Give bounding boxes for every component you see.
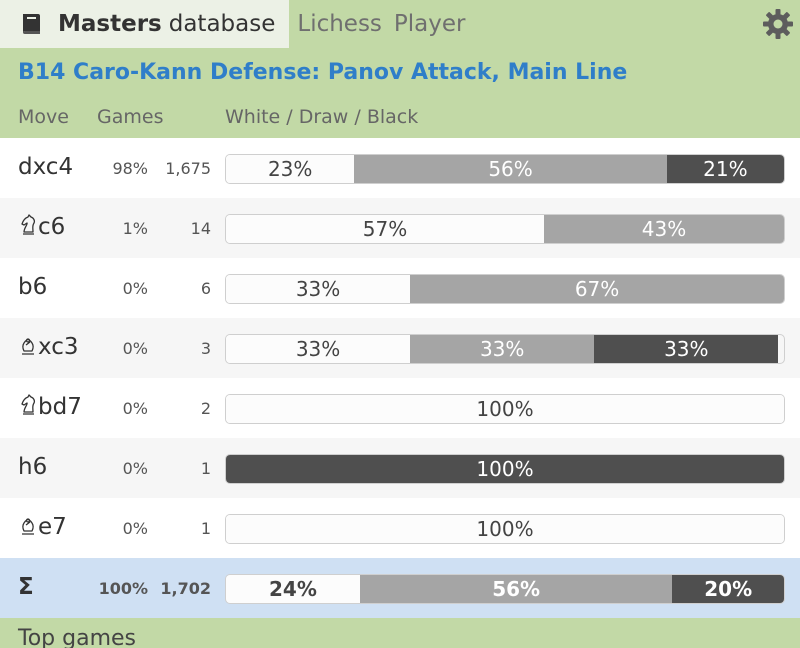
games-count: 14 (190, 219, 211, 238)
move-san: b6 (18, 274, 47, 300)
sigma-symbol: Σ (18, 574, 34, 600)
move-san: e7 (18, 514, 67, 540)
knight-icon (21, 394, 36, 415)
top-games-heading: Top games (0, 618, 800, 648)
games-count: 2 (200, 399, 211, 418)
move-percentage: 0% (122, 279, 148, 298)
draw-segment: 56% (359, 575, 673, 603)
opening-name[interactable]: B14 Caro-Kann Defense: Panov Attack, Mai… (0, 48, 800, 96)
total-percentage: 100% (98, 579, 148, 598)
header-result: White / Draw / Black (225, 106, 419, 128)
move-label: c6 (38, 214, 66, 240)
white-segment: 33% (226, 275, 411, 303)
knight-icon (21, 214, 36, 235)
white-segment: 100% (226, 395, 784, 423)
explorer-tabs: Masters database Lichess Player (0, 0, 800, 48)
white-segment: 23% (226, 155, 355, 183)
move-row[interactable]: b6 0% 6 33% 67% (0, 258, 800, 318)
white-segment: 33% (226, 335, 411, 363)
move-label: h6 (18, 454, 48, 480)
move-san: xc3 (18, 334, 79, 360)
draw-segment: 43% (544, 215, 784, 243)
gear-icon[interactable] (762, 8, 794, 40)
bishop-icon (22, 518, 34, 535)
games-count: 1,675 (165, 159, 211, 178)
draw-segment: 56% (354, 155, 667, 183)
move-row[interactable]: c6 1% 14 57% 43% (0, 198, 800, 258)
games-count: 1 (200, 459, 211, 478)
tab-masters-bold: Masters (58, 11, 162, 37)
header-move: Move (18, 106, 69, 128)
white-segment: 57% (226, 215, 545, 243)
games-count: 6 (200, 279, 211, 298)
white-segment: 100% (226, 515, 784, 543)
move-row[interactable]: dxc4 98% 1,675 23% 56% 21% (0, 138, 800, 198)
header-games: Games (97, 106, 164, 128)
black-segment: 20% (672, 575, 784, 603)
move-percentage: 98% (112, 159, 148, 178)
move-percentage: 0% (122, 459, 148, 478)
tab-player[interactable]: Player (388, 0, 472, 48)
move-label: dxc4 (18, 154, 74, 180)
result-bar: 100% (225, 454, 785, 484)
draw-segment: 33% (410, 335, 595, 363)
white-segment: 24% (226, 575, 360, 603)
black-segment: 33% (594, 335, 779, 363)
move-label: b6 (18, 274, 48, 300)
black-segment: 100% (226, 455, 784, 483)
moves-table: dxc4 98% 1,675 23% 56% 21% c6 1% 14 57% 43% b6 0% 6 33… (0, 138, 800, 618)
table-header: Move Games White / Draw / Black (0, 96, 800, 138)
move-san: h6 (18, 454, 47, 480)
games-count: 1 (200, 519, 211, 538)
result-bar: 100% (225, 514, 785, 544)
draw-segment: 67% (410, 275, 784, 303)
move-san: dxc4 (18, 154, 73, 180)
result-bar: 24% 56% 20% (225, 574, 785, 604)
move-san: bd7 (18, 394, 82, 420)
explorer-panel: Masters database Lichess Player B14 Caro… (0, 0, 800, 648)
black-segment: 21% (666, 155, 784, 183)
bishop-icon (22, 338, 34, 355)
tab-lichess[interactable]: Lichess (289, 0, 388, 48)
result-bar: 100% (225, 394, 785, 424)
move-percentage: 0% (122, 399, 148, 418)
book-icon (23, 14, 40, 35)
sum-row: Σ 100% 1,702 24% 56% 20% (0, 558, 800, 618)
total-games: 1,702 (160, 579, 211, 598)
move-row[interactable]: e7 0% 1 100% (0, 498, 800, 558)
move-percentage: 0% (122, 339, 148, 358)
games-count: 3 (200, 339, 211, 358)
result-bar: 57% 43% (225, 214, 785, 244)
move-san: c6 (18, 214, 65, 240)
move-row[interactable]: h6 0% 1 100% (0, 438, 800, 498)
move-percentage: 1% (122, 219, 148, 238)
result-bar: 33% 33% 33% (225, 334, 785, 364)
result-bar: 33% 67% (225, 274, 785, 304)
result-bar: 23% 56% 21% (225, 154, 785, 184)
move-percentage: 0% (122, 519, 148, 538)
tab-masters-rest: database (168, 11, 276, 37)
move-row[interactable]: bd7 0% 2 100% (0, 378, 800, 438)
tab-masters-database[interactable]: Masters database (0, 0, 290, 48)
move-label: bd7 (38, 394, 82, 420)
move-row[interactable]: xc3 0% 3 33% 33% 33% (0, 318, 800, 378)
move-label: e7 (38, 514, 67, 540)
move-label: xc3 (38, 334, 79, 360)
